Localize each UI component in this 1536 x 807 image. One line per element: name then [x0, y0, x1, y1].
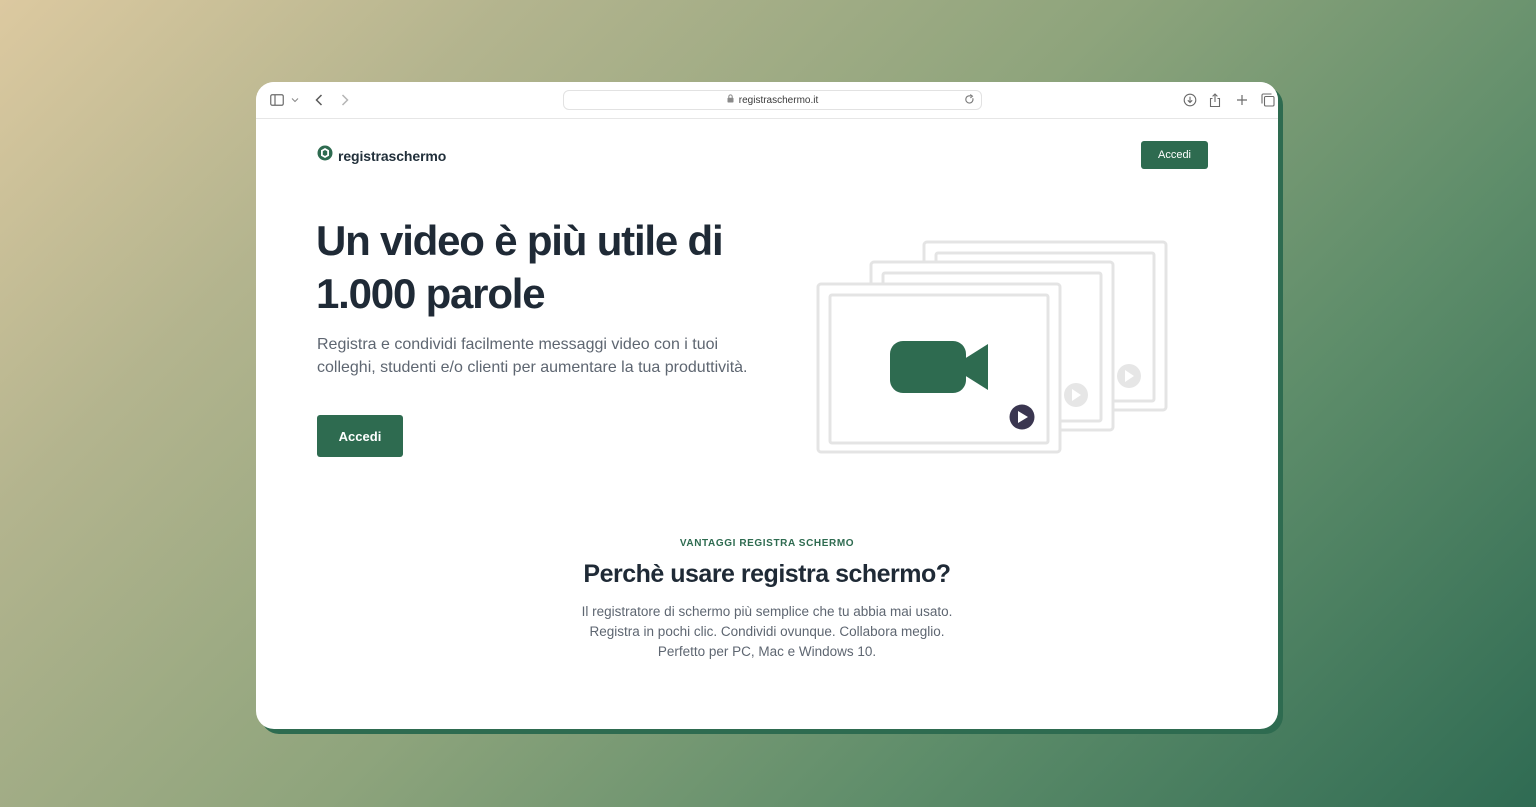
new-tab-icon[interactable]	[1236, 92, 1248, 108]
section-eyebrow: VANTAGGI REGISTRA SCHERMO	[679, 538, 855, 549]
logo-icon	[317, 145, 333, 166]
hero-subtitle: Registra e condividi facilmente messaggi…	[317, 336, 748, 376]
back-icon[interactable]	[315, 92, 323, 108]
video-illustration	[816, 240, 1168, 454]
download-icon[interactable]	[1183, 92, 1197, 108]
share-icon[interactable]	[1209, 92, 1221, 108]
section-desc-line3: Perfetto per PC, Mac e Windows 10.	[657, 644, 877, 659]
hero-title-line2: 1.000 parole	[316, 270, 546, 317]
lock-icon	[727, 94, 734, 106]
browser-toolbar: registraschermo.it	[256, 82, 1278, 119]
address-bar[interactable]: registraschermo.it	[563, 90, 982, 110]
section-description: Il registratore di schermo più semplice …	[517, 602, 1017, 662]
tabs-overview-icon[interactable]	[1261, 92, 1275, 108]
section-desc-line1: Il registratore di schermo più semplice …	[581, 604, 953, 619]
hero-title: Un video è più utile di 1.000 parole	[316, 214, 746, 320]
browser-window: registraschermo.it registraschermo Acced…	[256, 82, 1278, 729]
hero-cta-button[interactable]: Accedi	[317, 415, 403, 457]
reload-icon[interactable]	[964, 94, 975, 108]
forward-icon[interactable]	[341, 92, 349, 108]
section-title: Perchè usare registra schermo?	[583, 560, 951, 588]
section-desc-line2: Registra in pochi clic. Condividi ovunqu…	[589, 624, 945, 639]
site-logo[interactable]: registraschermo	[317, 145, 446, 166]
chevron-down-icon[interactable]	[291, 92, 299, 108]
url-text: registraschermo.it	[738, 94, 819, 106]
logo-text: registraschermo	[338, 147, 447, 164]
play-icon	[1009, 404, 1035, 430]
sidebar-icon[interactable]	[270, 92, 284, 108]
hero-title-line1: Un video è più utile di	[316, 217, 724, 264]
header-login-button[interactable]: Accedi	[1141, 141, 1208, 169]
